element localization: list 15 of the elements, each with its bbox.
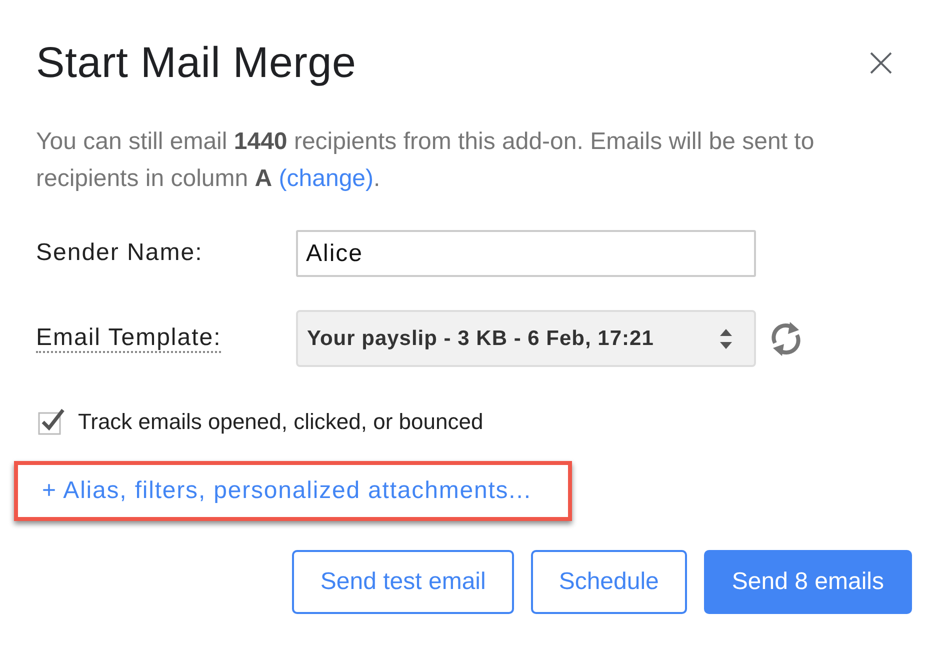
template-dropdown[interactable]: Your payslip - 3 KB - 6 Feb, 17:21	[296, 310, 756, 367]
field-label: Email Template:	[36, 324, 222, 353]
checkbox-label: Track emails opened, clicked, or bounced	[78, 408, 484, 436]
intro-text: You can still email 1440 recipients from this add-on. Emails will be sent to recipients in column A (change).	[36, 127, 816, 194]
send-button[interactable]: Send 8 emails	[704, 550, 912, 614]
field-label: Sender Name:	[36, 239, 203, 266]
options-link[interactable]: + Alias, filters, personalized attachments...	[42, 473, 532, 509]
checkbox[interactable]	[38, 408, 65, 435]
secondary-button[interactable]: Schedule	[530, 550, 687, 614]
sort-arrows-icon	[720, 328, 732, 348]
change-link[interactable]: (change)	[278, 165, 374, 192]
dialog-title: Start Mail Merge	[36, 39, 356, 87]
sender-name-field[interactable]: Alice	[296, 230, 756, 277]
secondary-button[interactable]: Send test email	[292, 550, 514, 614]
close-button[interactable]	[869, 50, 893, 74]
